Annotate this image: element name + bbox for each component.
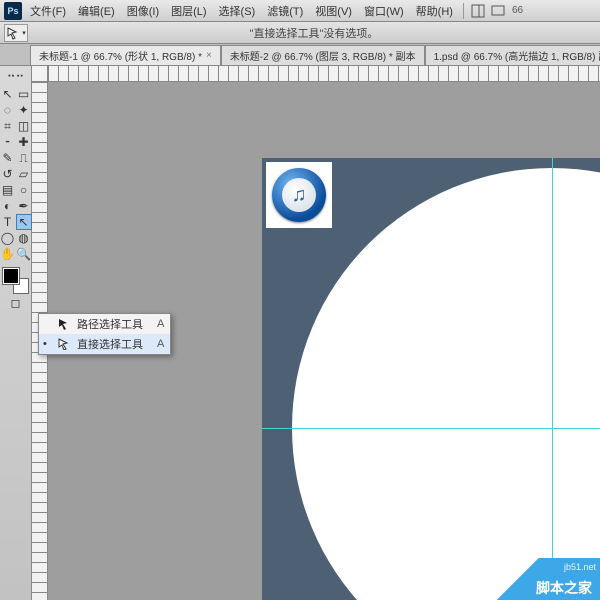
dropdown-arrow-icon: ▾ <box>22 29 26 37</box>
flyout-label: 路径选择工具 <box>77 316 143 332</box>
watermark: jb51.net 脚本之家 <box>470 558 600 600</box>
options-message: "直接选择工具"没有选项。 <box>32 25 596 41</box>
ruler-corner <box>32 66 48 82</box>
flyout-shortcut: A <box>157 318 164 330</box>
shape-circle <box>292 168 600 600</box>
document-tab-label: 1.psd @ 66.7% (高光描边 1, RGB/8) 副本 <box>434 48 600 63</box>
3d-tool[interactable]: ◍ <box>16 230 32 246</box>
layout-icon[interactable] <box>470 3 486 19</box>
document-tab[interactable]: 1.psd @ 66.7% (高光描边 1, RGB/8) 副本 <box>425 45 600 65</box>
lasso-tool[interactable]: ◌ <box>0 102 16 118</box>
screenmode-icon[interactable] <box>490 3 506 19</box>
document-tab-label: 未标题-2 @ 66.7% (图层 3, RGB/8) * 副本 <box>230 48 416 63</box>
document-tab[interactable]: 未标题-2 @ 66.7% (图层 3, RGB/8) * 副本 <box>221 45 425 65</box>
stamp-tool[interactable]: ⎍ <box>16 150 32 166</box>
blur-tool[interactable]: ○ <box>16 182 32 198</box>
menu-image[interactable]: 图像(I) <box>123 1 163 21</box>
document-tab-bar: 未标题-1 @ 66.7% (形状 1, RGB/8) * × 未标题-2 @ … <box>0 44 600 66</box>
gradient-tool[interactable]: ▤ <box>0 182 16 198</box>
close-icon[interactable]: × <box>206 50 212 61</box>
flyout-label: 直接选择工具 <box>77 336 143 352</box>
arrow-black-icon <box>57 317 71 331</box>
zoom-text: 66 <box>512 5 523 16</box>
quickmask-toggle[interactable]: ◻ <box>1 294 31 312</box>
artboard: ♫ <box>262 158 600 600</box>
type-tool[interactable]: T <box>0 214 16 230</box>
ruler-horizontal[interactable] <box>48 66 600 82</box>
guide-vertical[interactable] <box>552 158 553 600</box>
menu-view[interactable]: 视图(V) <box>311 1 356 21</box>
options-bar: ▾ "直接选择工具"没有选项。 <box>0 22 600 44</box>
document-tab-label: 未标题-1 @ 66.7% (形状 1, RGB/8) * <box>39 48 202 63</box>
guide-horizontal[interactable] <box>262 428 600 429</box>
itunes-layer: ♫ <box>266 162 332 228</box>
music-circle-icon: ♫ <box>272 168 326 222</box>
toolbox-handle[interactable]: ⠒⠒ <box>1 68 31 86</box>
dodge-tool[interactable]: ◐ <box>0 198 16 214</box>
menu-window[interactable]: 窗口(W) <box>360 1 408 21</box>
flyout-dot: • <box>43 338 51 350</box>
heal-tool[interactable]: ✚ <box>16 134 32 150</box>
path-select-tool[interactable]: ↖ <box>16 214 32 230</box>
music-note-icon: ♫ <box>282 178 316 212</box>
crop-tool[interactable]: ⌗ <box>0 118 16 134</box>
menu-edit[interactable]: 编辑(E) <box>74 1 119 21</box>
eyedropper-tool[interactable]: ⁃ <box>0 134 16 150</box>
current-tool-indicator[interactable]: ▾ <box>4 24 28 42</box>
eraser-tool[interactable]: ▱ <box>16 166 32 182</box>
separator <box>463 3 464 19</box>
pen-tool[interactable]: ✒ <box>16 198 32 214</box>
wand-tool[interactable]: ✦ <box>16 102 32 118</box>
zoom-tool[interactable]: 🔍 <box>16 246 32 262</box>
hand-tool[interactable]: ✋ <box>0 246 16 262</box>
menu-help[interactable]: 帮助(H) <box>412 1 457 21</box>
menu-layer[interactable]: 图层(L) <box>167 1 210 21</box>
watermark-text: 脚本之家 <box>536 578 592 598</box>
foreground-color-swatch[interactable] <box>3 268 19 284</box>
toolbox: ⠒⠒ ↖▭ ◌✦ ⌗◫ ⁃✚ ✎⎍ ↺▱ ▤○ ◐✒ T↖ ◯◍ ✋🔍 ◻ <box>0 66 32 600</box>
move-tool[interactable]: ↖ <box>0 86 16 102</box>
menu-file[interactable]: 文件(F) <box>26 1 70 21</box>
watermark-url: jb51.net <box>564 562 596 572</box>
shape-tool[interactable]: ◯ <box>0 230 16 246</box>
app-logo: Ps <box>4 2 22 20</box>
menu-filter[interactable]: 滤镜(T) <box>263 1 307 21</box>
flyout-item-path-select[interactable]: 路径选择工具 A <box>39 314 170 334</box>
flyout-shortcut: A <box>157 338 164 350</box>
slice-tool[interactable]: ◫ <box>16 118 32 134</box>
menu-select[interactable]: 选择(S) <box>215 1 260 21</box>
color-swatches[interactable] <box>3 268 29 294</box>
menu-bar: Ps 文件(F) 编辑(E) 图像(I) 图层(L) 选择(S) 滤镜(T) 视… <box>0 0 600 22</box>
brush-tool[interactable]: ✎ <box>0 150 16 166</box>
arrow-white-icon <box>57 337 71 351</box>
flyout-item-direct-select[interactable]: • 直接选择工具 A <box>39 334 170 354</box>
document-tab[interactable]: 未标题-1 @ 66.7% (形状 1, RGB/8) * × <box>30 45 221 65</box>
history-brush-tool[interactable]: ↺ <box>0 166 16 182</box>
marquee-tool[interactable]: ▭ <box>16 86 32 102</box>
tool-flyout: 路径选择工具 A • 直接选择工具 A <box>38 313 171 355</box>
